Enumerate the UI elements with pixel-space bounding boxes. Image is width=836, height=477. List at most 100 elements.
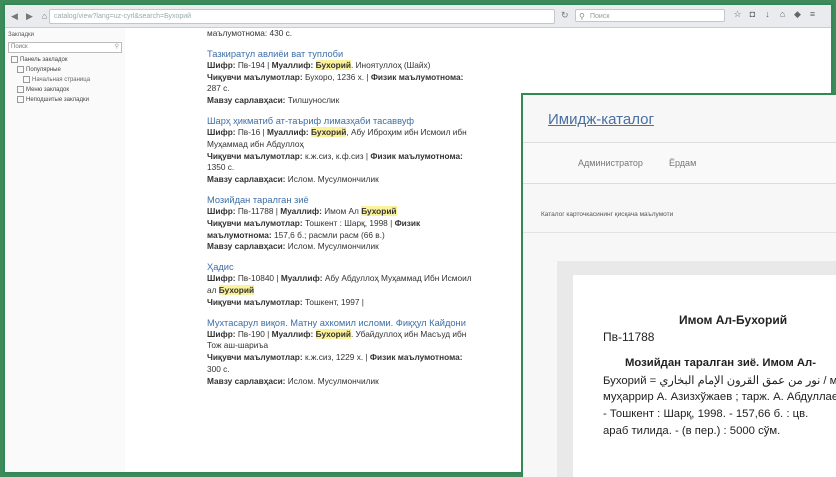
menu-icon[interactable]: ≡ — [808, 9, 817, 20]
result-entry: маълумотнома: 430 с. — [207, 28, 527, 40]
field-value: Тошкент : Шарқ, 1998 | — [304, 217, 395, 228]
field-value: Пв-11788 | — [237, 205, 281, 216]
result-line: 300 с. — [207, 364, 527, 376]
field-label: Мавзу сарлавҳаси: — [207, 375, 288, 386]
field-value: . Убайдуллоҳ ибн Масъуд ибн — [350, 328, 467, 339]
shield-icon[interactable]: ◆ — [793, 9, 802, 20]
results-list: маълумотнома: 430 с. Тазкиратул авлиёи ва… — [207, 28, 527, 396]
browser-search-input[interactable]: ⚲ Поиск — [575, 9, 725, 22]
sidebar-list: Панель закладок Популярные Начальная стран… — [5, 55, 125, 105]
image-catalog-title[interactable]: Имидж-каталог — [548, 111, 654, 128]
field-label: Физик маълумотнома: — [370, 150, 463, 161]
image-catalog-nav: Администратор Ёрдам — [523, 142, 836, 184]
nav-admin-link[interactable]: Администратор — [578, 158, 643, 168]
field-label: Физик маълумотнома: — [370, 71, 464, 82]
field-value: к.ж.сиз, 1229 х. | — [304, 352, 370, 363]
result-line: Чиқувчи маълумотлар: к.ж.сиз, 1229 х. | … — [207, 352, 527, 364]
download-icon[interactable]: ↓ — [763, 9, 772, 20]
sidebar-item[interactable]: Начальная страница — [5, 75, 125, 85]
field-label: Муаллиф: — [280, 273, 325, 284]
result-line: Чиқувчи маълумотлар: к.ж.сиз, к.ф.сиз | … — [207, 151, 527, 163]
field-value: Ислом. Мусулмончилик — [287, 375, 379, 386]
catalog-card: Имом Ал-Бухорий Пв-11788 Мозийдан таралг… — [573, 275, 836, 477]
field-label: Шифр: — [207, 273, 238, 284]
search-placeholder: Поиск — [590, 13, 610, 20]
field-value: Тилшунослик — [287, 95, 340, 106]
field-value: Тошкент, 1997 | — [304, 296, 364, 307]
field-label: Мавзу сарлавҳаси: — [207, 174, 288, 185]
result-entry: Ҳадис Шифр: Пв-10840 | Муаллиф: Абу Абдул… — [207, 261, 527, 308]
card-line: араб тилида. - (в пер.) : 5000 сўм. — [603, 425, 781, 437]
card-line: Мозийдан таралган зиё. Имом Ал- — [625, 357, 816, 369]
field-label: Шифр: — [207, 205, 238, 216]
result-title-link[interactable]: Мозийдан таралган зиё — [207, 194, 527, 206]
star-icon[interactable]: ☆ — [733, 9, 742, 20]
divider — [523, 232, 836, 233]
forward-icon[interactable]: ▶ — [24, 11, 35, 22]
field-value: Ислом. Мусулмончилик — [287, 241, 379, 252]
result-title-link[interactable]: Мухтасарул виқоя. Матну ахкомил исломи. … — [207, 317, 527, 329]
field-label: Физик маълумотнома: — [369, 352, 463, 363]
folder-icon — [23, 76, 30, 84]
field-value: 157,6 б.; расмли расм (66 в.) — [274, 229, 385, 240]
lock-icon[interactable]: ◘ — [748, 9, 757, 20]
result-line: Мавзу сарлавҳаси: Ислом. Мусулмончилик — [207, 241, 527, 253]
result-line: Мавзу сарлавҳаси: Ислом. Мусулмончилик — [207, 376, 527, 388]
card-line: - Тошкент : Шарқ, 1998. - 157,66 б. : цв… — [603, 408, 809, 420]
search-icon: ⚲ — [579, 12, 585, 21]
card-author: Имом Ал-Бухорий — [679, 313, 788, 327]
sidebar-item-label: Меню закладок — [26, 87, 69, 94]
result-title-link[interactable]: Ҳадис — [207, 261, 527, 273]
image-catalog-window: Имидж-каталог Администратор Ёрдам Катало… — [521, 93, 836, 477]
back-icon[interactable]: ◀ — [9, 11, 20, 22]
field-value: Бухоро, 1236 х. | — [304, 71, 371, 82]
field-label: Физик — [394, 217, 421, 228]
result-entry: Мозийдан таралган зиё Шифр: Пв-11788 | Му… — [207, 194, 527, 253]
sidebar-item[interactable]: Неподшитые закладки — [5, 95, 125, 105]
nav-help-link[interactable]: Ёрдам — [669, 158, 696, 168]
result-line: Тож аш-шариъа — [207, 340, 527, 352]
sidebar-item[interactable]: Меню закладок — [5, 85, 125, 95]
sidebar-item[interactable]: Панель закладок — [5, 55, 125, 65]
toolbar-icons: ☆ ◘ ↓ ⌂ ◆ ≡ — [733, 9, 817, 20]
result-line: ал Бухорий — [207, 284, 527, 297]
field-value: ал — [207, 284, 219, 295]
field-label: маълумотнома: — [207, 229, 274, 240]
field-value: , Абу Иброҳим ибн Исмоил ибн — [346, 126, 467, 137]
field-label: Шифр: — [207, 126, 238, 137]
field-label: Мавзу сарлавҳаси: — [207, 95, 288, 106]
folder-icon — [11, 56, 18, 63]
result-line: 1350 с. — [207, 162, 527, 174]
sidebar-item-label: Неподшитые закладки — [26, 97, 89, 104]
result-title-link[interactable]: Тазкиратул авлиёи ват туплоби — [207, 48, 527, 60]
field-value: Имом Ал — [324, 205, 362, 216]
field-value: Пв-16 | — [237, 126, 267, 137]
field-label: Мавзу сарлавҳаси: — [207, 241, 288, 252]
result-line: Шифр: Пв-11788 | Муаллиф: Имом Ал Бухори… — [207, 205, 527, 218]
card-shelf-code: Пв-11788 — [603, 330, 655, 344]
result-line: Шифр: Пв-194 | Муаллиф: Бухорий. Иноятул… — [207, 59, 527, 72]
field-value: Абу Абдуллоҳ Муҳаммад Ибн Исмоил — [324, 273, 472, 284]
address-bar[interactable]: catalog/view?lang=uz-cyrl&search=Бухорий — [49, 9, 555, 24]
field-label: Шифр: — [207, 59, 238, 70]
card-line: Бухорий = نور من عمق القرون الإمام البخا… — [603, 375, 836, 387]
card-info-subtitle: Каталог карточкасининг қисқача маълумоти — [541, 211, 674, 218]
field-value: 300 с. — [207, 363, 230, 374]
field-value: Пв-10840 | — [237, 273, 281, 284]
field-label: Муаллиф: — [271, 328, 316, 339]
reload-icon[interactable]: ↻ — [561, 10, 569, 21]
result-line: Чиқувчи маълумотлар: Бухоро, 1236 х. | Ф… — [207, 72, 527, 84]
search-highlight: Бухорий — [315, 328, 351, 339]
result-line: Мавзу сарлавҳаси: Тилшунослик — [207, 95, 527, 107]
field-value: 1350 с. — [207, 162, 235, 173]
result-line: 287 с. — [207, 83, 527, 95]
sidebar-filter-input[interactable]: Поиск ⚲ — [8, 42, 122, 53]
sidebar-header: Закладки — [8, 32, 34, 38]
sidebar-item[interactable]: Популярные — [5, 65, 125, 75]
home-icon[interactable]: ⌂ — [778, 9, 787, 20]
field-value: Ислом. Мусулмончилик — [287, 174, 379, 185]
result-title-link[interactable]: Шарҳ ҳикматиб ат-таъриф лимазҳаби тасавв… — [207, 115, 527, 127]
result-line: Мавзу сарлавҳаси: Ислом. Мусулмончилик — [207, 174, 527, 186]
result-line: Чиқувчи маълумотлар: Тошкент : Шарқ, 199… — [207, 218, 527, 230]
field-label: Муаллиф: — [266, 126, 311, 137]
